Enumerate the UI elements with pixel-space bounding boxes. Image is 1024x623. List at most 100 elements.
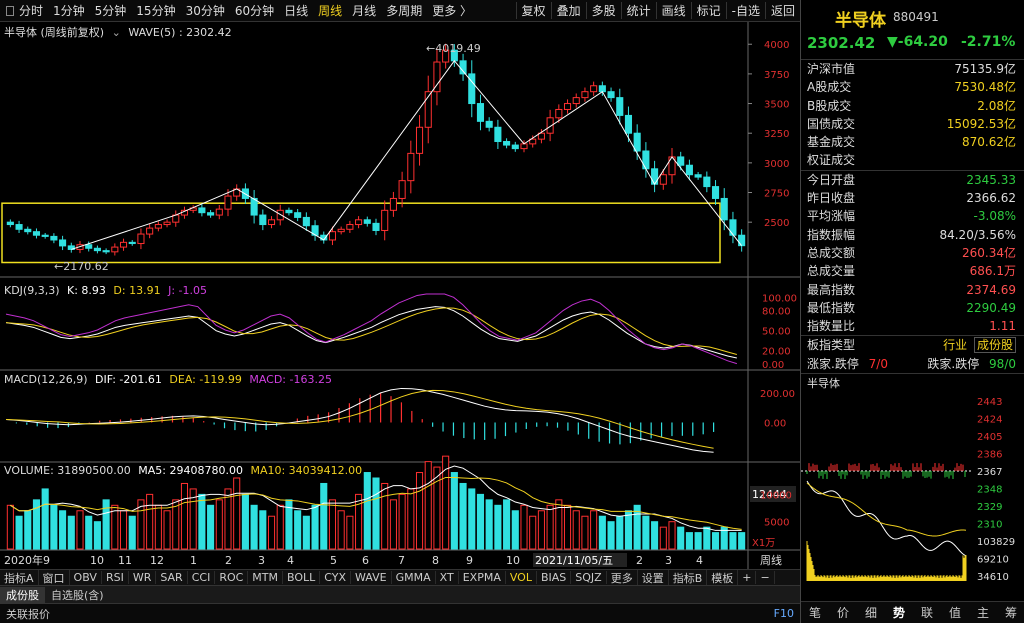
volume-bar <box>476 493 485 550</box>
candle <box>677 156 685 166</box>
tab-components[interactable]: 成份股 <box>0 586 45 603</box>
components-button[interactable]: 成份股 <box>973 337 1016 354</box>
side-tab[interactable]: 值 <box>941 602 969 623</box>
volume-bar <box>85 515 93 550</box>
period-60min[interactable]: 60分钟 <box>230 2 279 19</box>
mini-y-label: 69210 <box>977 555 1009 566</box>
period-month[interactable]: 月线 <box>347 2 381 19</box>
volume-bar <box>598 515 606 550</box>
indicator-tab[interactable]: 设置 <box>638 569 669 586</box>
mark-button[interactable]: 标记 <box>690 2 726 19</box>
x-tick-label: 2020年9 <box>4 553 50 567</box>
period-multi[interactable]: 多周期 <box>381 2 427 19</box>
menu-icon[interactable] <box>6 5 14 16</box>
indicator-tab[interactable]: 指标A <box>0 569 39 586</box>
draw-button[interactable]: 画线 <box>655 2 691 19</box>
f10-button[interactable]: F10 <box>768 607 800 620</box>
indicator-tab[interactable]: CCI <box>188 571 216 584</box>
volume-bar <box>233 477 241 550</box>
volume-bar <box>311 504 319 550</box>
period-30min[interactable]: 30分钟 <box>181 2 230 19</box>
indicator-tab[interactable]: 指标B <box>669 569 708 586</box>
indicator-tab[interactable]: WR <box>129 571 157 584</box>
board-type-row: 板指类型 行业 成份股 <box>801 336 1024 354</box>
fuquan-button[interactable]: 复权 <box>515 2 551 19</box>
volume-bar <box>563 504 572 550</box>
indicator-tab[interactable]: 更多 <box>607 569 638 586</box>
watchlist-button[interactable]: -自选 <box>725 2 765 19</box>
x-axis: 2020年9 10 11 12 1 2 3 4 5 6 7 8 9 10 2021/11/05/五 2 3 4 周线 <box>4 553 782 567</box>
indicator-tab[interactable]: BOLL <box>283 571 321 584</box>
side-tab[interactable]: 主 <box>969 602 997 623</box>
period-day[interactable]: 日线 <box>279 2 313 19</box>
period-week[interactable]: 周线 <box>313 2 347 19</box>
index-stat-row-label: 最低指数 <box>807 300 856 315</box>
index-stat-row-value: 2366.62 <box>966 191 1016 206</box>
volume-bar <box>703 526 711 550</box>
side-tab[interactable]: 细 <box>857 602 885 623</box>
collapse-icon[interactable]: ⌄ <box>112 26 121 39</box>
indicator-tab[interactable]: EXPMA <box>459 571 506 584</box>
index-code: 880491 <box>893 10 939 24</box>
stats-button[interactable]: 统计 <box>620 2 656 19</box>
indicator-tab[interactable]: XT <box>436 571 459 584</box>
volume-bar <box>259 510 267 550</box>
period-5min[interactable]: 5分钟 <box>90 2 132 19</box>
indicator-tab[interactable]: VOL <box>506 571 537 584</box>
candle <box>15 224 23 230</box>
candle <box>511 144 519 150</box>
candle <box>503 141 511 146</box>
period-fenshi[interactable]: 分时 <box>14 2 48 19</box>
related-quotes-button[interactable]: 关联报价 <box>0 606 56 622</box>
indicator-tab[interactable]: WAVE <box>351 571 392 584</box>
candle <box>198 207 206 214</box>
volume-bar <box>546 504 554 550</box>
candle <box>616 97 624 116</box>
volume-bar <box>59 510 67 550</box>
kdj-y-label: 50.00 <box>762 327 791 338</box>
volume-bar <box>50 504 58 550</box>
back-button[interactable]: 返回 <box>764 2 800 19</box>
wave-label: WAVE(5) : 2302.42 <box>128 26 232 39</box>
side-tab[interactable]: 价 <box>829 602 857 623</box>
tab-watchlist[interactable]: 自选股(含) <box>45 587 110 603</box>
index-stat-row-value: 1.11 <box>989 319 1016 334</box>
index-stat-row-label: 最高指数 <box>807 282 856 297</box>
side-tab[interactable]: 联 <box>913 602 941 623</box>
period-15min[interactable]: 15分钟 <box>131 2 180 19</box>
y-tick-label: 3250 <box>764 129 789 140</box>
indicator-tab[interactable]: SAR <box>156 571 188 584</box>
period-1min[interactable]: 1分钟 <box>48 2 90 19</box>
indicator-tab[interactable]: − <box>756 571 775 584</box>
period-more[interactable]: 更多 〉 <box>427 2 477 19</box>
candle <box>476 103 485 122</box>
indicator-tab[interactable]: 模板 <box>707 569 739 586</box>
candle <box>520 143 528 150</box>
candle <box>389 197 397 211</box>
indicator-tab[interactable]: SQJZ <box>571 571 607 584</box>
overlay-button[interactable]: 叠加 <box>550 2 586 19</box>
volume-bar <box>738 532 746 550</box>
indicator-tab[interactable]: MTM <box>248 571 283 584</box>
volume-bar <box>180 482 189 550</box>
y-tick-label: 3750 <box>764 70 789 81</box>
indicator-tab[interactable]: GMMA <box>392 571 436 584</box>
indicator-tab[interactable]: 窗口 <box>39 569 70 586</box>
market-stat-row-value: 15092.53亿 <box>946 116 1016 131</box>
side-tab[interactable]: 筹 <box>997 602 1024 623</box>
intraday-mini-chart[interactable]: 2443 2424 2405 2386 2367 2348 2329 2310 103829 69… <box>801 391 1024 588</box>
side-tab[interactable]: 势 <box>885 602 913 623</box>
indicator-tab[interactable]: ROC <box>215 571 249 584</box>
candle <box>607 91 615 99</box>
volume-bar <box>41 488 49 550</box>
indicator-tab[interactable]: CYX <box>320 571 352 584</box>
indicator-tab[interactable]: RSI <box>102 571 129 584</box>
volume-bar <box>215 499 223 550</box>
side-tab[interactable]: 笔 <box>801 602 829 623</box>
indicator-tab[interactable]: BIAS <box>537 571 572 584</box>
candle <box>163 221 171 226</box>
indicator-tab[interactable]: OBV <box>70 571 102 584</box>
multi-stock-button[interactable]: 多股 <box>585 2 621 19</box>
indicator-tab[interactable]: + <box>738 571 757 584</box>
macd-y-label: 200.00 <box>760 389 795 400</box>
